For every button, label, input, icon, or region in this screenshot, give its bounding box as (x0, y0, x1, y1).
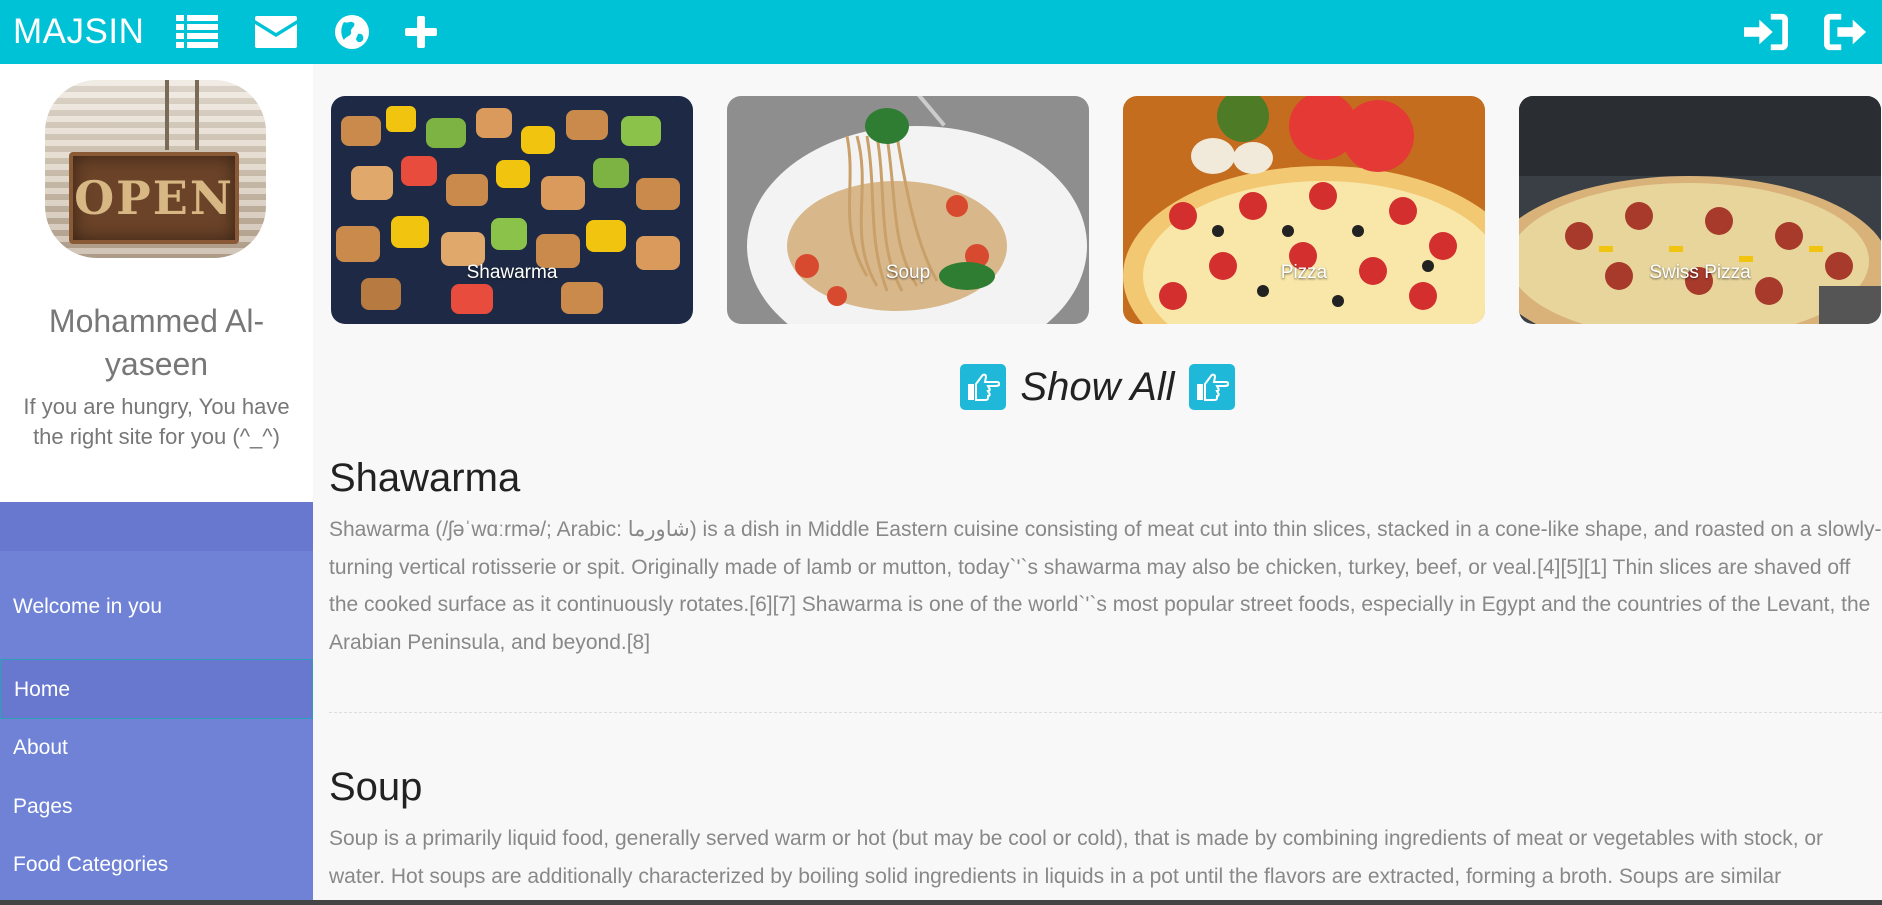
welcome-text: Welcome in you (13, 595, 163, 618)
list-icon[interactable] (175, 12, 219, 52)
profile-tagline: If you are hungry, You have the right si… (23, 394, 290, 449)
gallery-card-label: Soup (885, 262, 931, 283)
plus-icon[interactable] (399, 12, 443, 52)
gallery-card-pizza[interactable]: Pizza (1123, 96, 1485, 324)
sidebar-item-about[interactable]: About (0, 718, 313, 778)
open-sign-image: OPEN (69, 152, 239, 244)
section-body-soup: Soup is a primarily liquid food, general… (329, 827, 1824, 888)
section-body-shawarma: Shawarma (/ʃəˈwɑːrmə/; Arabic: شاورما) i… (329, 518, 1882, 654)
sidebar-item-food-categories[interactable]: Food Categories (0, 835, 313, 895)
show-all-label: Show All (1020, 364, 1175, 409)
main-content: Shawarma Soup Pizza Swiss Pizza Show All… (313, 64, 1882, 905)
nav-header-stripe (0, 502, 313, 551)
show-all-row: Show All (313, 364, 1882, 410)
show-all-button[interactable]: Show All (960, 364, 1235, 410)
pizza-image (1123, 96, 1485, 324)
sidebar-nav: Welcome in you Home About Pages Food Cat… (0, 502, 313, 905)
gallery-card-swiss-pizza[interactable]: Swiss Pizza (1519, 96, 1881, 324)
sidebar: OPEN Mohammed Al-yaseen If you are hungr… (0, 64, 313, 905)
globe-icon[interactable] (330, 12, 374, 52)
sign-in-icon[interactable] (1744, 12, 1788, 52)
gallery-card-soup[interactable]: Soup (727, 96, 1089, 324)
section-title-shawarma: Shawarma (329, 456, 521, 500)
profile-avatar: OPEN (45, 80, 266, 258)
section-divider (329, 712, 1882, 713)
gallery-card-label: Pizza (1280, 262, 1328, 283)
sidebar-item-home[interactable]: Home (0, 659, 313, 719)
sign-out-icon[interactable] (1824, 12, 1868, 52)
soup-image (727, 96, 1089, 324)
gallery-card-shawarma[interactable]: Shawarma (331, 96, 693, 324)
hand-point-right-icon (1188, 364, 1235, 410)
profile-name: Mohammed Al-yaseen (48, 303, 265, 382)
gallery-card-label: Swiss Pizza (1649, 262, 1751, 283)
section-title-soup: Soup (329, 765, 423, 809)
gallery-card-label: Shawarma (466, 262, 558, 283)
top-navbar: MAJSIN (0, 0, 1882, 64)
sidebar-item-pages[interactable]: Pages (0, 777, 313, 837)
brand-logo[interactable]: MAJSIN (13, 12, 144, 52)
envelope-icon[interactable] (254, 12, 298, 52)
shawarma-image (331, 96, 693, 324)
swiss-pizza-image (1519, 96, 1881, 324)
bottom-edge (0, 900, 1882, 905)
hand-point-right-icon (960, 364, 1007, 410)
